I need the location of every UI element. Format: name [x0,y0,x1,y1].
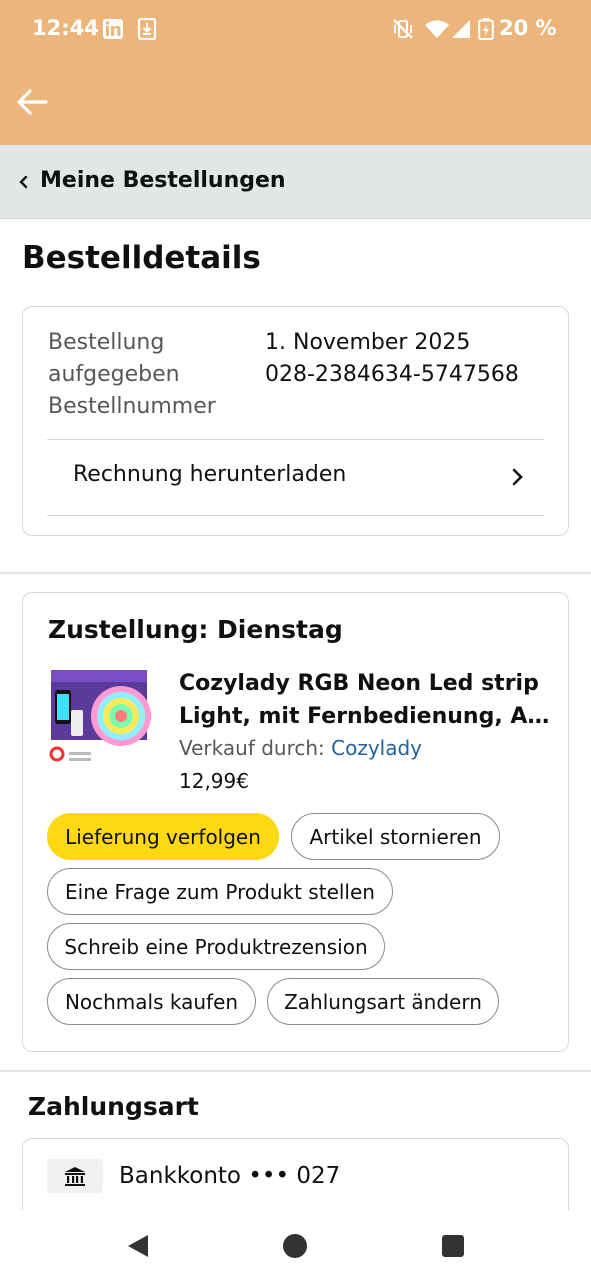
breadcrumb-link[interactable]: Meine Bestellungen [40,168,286,193]
nav-recents-icon[interactable] [439,1232,467,1260]
product-title-line-1: Cozylady RGB Neon Led strip [179,671,539,696]
page-title: Bestelldetails [22,240,261,276]
mute-vibrate-icon [393,19,413,39]
order-date: 1. November 2025 [265,330,471,355]
sold-by: Verkauf durch: Cozylady [179,736,422,760]
divider [47,515,544,516]
download-invoice-row[interactable]: Rechnung herunterladen [47,440,544,516]
product-price: 12,99€ [179,769,249,793]
delivery-title: Zustellung: Dienstag [48,615,343,644]
order-placed-label-cont: aufgegeben [48,362,180,387]
change-payment-button[interactable]: Zahlungsart ändern [267,978,499,1025]
delivery-card: Zustellung: Dienstag Cozylady RGB Neon L… [22,592,569,1052]
status-time: 12:44 [32,16,99,40]
payment-method: Bankkonto ••• 027 [119,1163,341,1189]
status-bar: 12:44 20 % [0,0,591,60]
order-number-label: Bestellnummer [48,394,216,419]
product-title-line-2: Light, mit Fernbedienung, A… [179,704,549,729]
nav-back-icon[interactable] [124,1232,152,1260]
signal-icon [452,20,470,38]
battery-charging-icon [478,18,494,40]
order-placed-label: Bestellung [48,330,165,355]
order-info-card: Bestellung aufgegeben Bestellnummer 1. N… [22,306,569,536]
chevron-right-icon [512,468,523,486]
nav-home-icon[interactable] [281,1232,309,1260]
write-review-button[interactable]: Schreib eine Produktrezension [47,923,385,970]
download-icon [137,18,157,40]
order-number: 028-2384634-5747568 [265,362,519,387]
track-delivery-button[interactable]: Lieferung verfolgen [47,813,279,860]
product-image[interactable] [49,668,151,772]
wifi-icon [425,20,449,38]
back-arrow-icon[interactable] [14,86,50,118]
section-separator [0,572,591,574]
system-nav-bar [0,1210,591,1280]
cancel-item-button[interactable]: Artikel stornieren [291,813,500,860]
linkedin-icon [103,19,123,39]
sold-by-label: Verkauf durch: [179,736,332,760]
seller-link[interactable]: Cozylady [331,736,422,760]
chevron-left-icon [19,175,28,189]
bank-icon [47,1159,103,1193]
product-title[interactable]: Cozylady RGB Neon Led strip Light, mit F… [179,667,549,733]
download-invoice-label: Rechnung herunterladen [73,462,347,487]
battery-percent: 20 % [499,16,557,40]
ask-question-button[interactable]: Eine Frage zum Produkt stellen [47,868,393,915]
section-separator [0,1070,591,1072]
payment-title: Zahlungsart [28,1092,199,1121]
buy-again-button[interactable]: Nochmals kaufen [47,978,256,1025]
